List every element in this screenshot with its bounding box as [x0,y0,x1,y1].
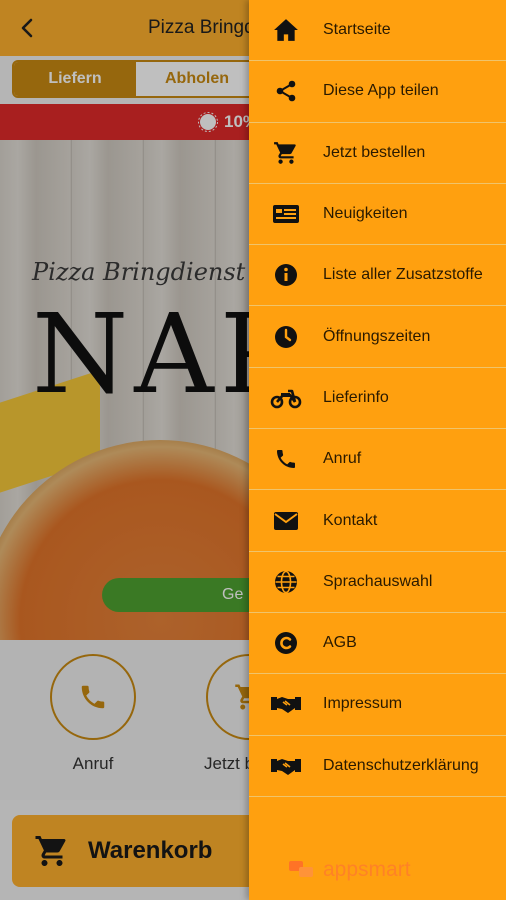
info-icon [275,264,297,287]
globe-icon [275,570,297,594]
copyright-icon [275,632,297,655]
menu-item-language[interactable]: Sprachauswahl [249,552,506,613]
menu-item-delivery-info[interactable]: Lieferinfo [249,368,506,430]
appsmart-mark-icon [289,859,319,881]
menu-item-label: Kontakt [323,511,378,529]
menu-item-label: Öffnungszeiten [323,327,431,345]
menu-item-agb[interactable]: AGB [249,613,506,675]
phone-icon [277,450,295,469]
share-icon [276,81,296,102]
handshake-icon [271,697,301,714]
menu-item-label: Jetzt bestellen [323,143,426,161]
menu-item-startseite[interactable]: Startseite [249,0,506,62]
menu-item-share[interactable]: Diese App teilen [249,61,506,123]
mail-icon [274,511,298,530]
home-icon [274,19,298,41]
handshake-icon [271,758,301,775]
cart-icon [274,141,296,164]
appsmart-logo: appsmart [289,858,411,882]
menu-item-label: Lieferinfo [323,388,389,406]
menu-item-label: AGB [323,634,357,652]
menu-item-imprint[interactable]: Impressum [249,674,506,736]
menu-item-label: Impressum [323,695,403,713]
navigation-drawer: Startseite Diese App teilen Jetzt bestel… [249,0,506,900]
appsmart-wordmark: appsmart [323,858,411,881]
menu-item-order[interactable]: Jetzt bestellen [249,123,506,184]
menu-item-label: Anruf [323,450,362,468]
menu-item-label: Datenschutzerklärung [323,756,479,774]
news-icon [273,205,299,224]
motorcycle-icon [270,389,302,409]
menu-item-privacy[interactable]: Datenschutzerklärung [249,736,506,797]
menu-item-label: Sprachauswahl [323,572,433,590]
menu-item-label: Neuigkeiten [323,205,408,223]
menu-item-label: Liste aller Zusatzstoffe [323,266,483,284]
menu-item-label: Startseite [323,21,391,39]
clock-icon [275,325,297,348]
menu-item-opening-hours[interactable]: Öffnungszeiten [249,306,506,368]
menu-item-call[interactable]: Anruf [249,429,506,491]
menu-item-label: Diese App teilen [323,82,439,100]
menu-item-contact[interactable]: Kontakt [249,490,506,552]
menu-item-news[interactable]: Neuigkeiten [249,184,506,246]
menu-item-additives[interactable]: Liste aller Zusatzstoffe [249,245,506,307]
